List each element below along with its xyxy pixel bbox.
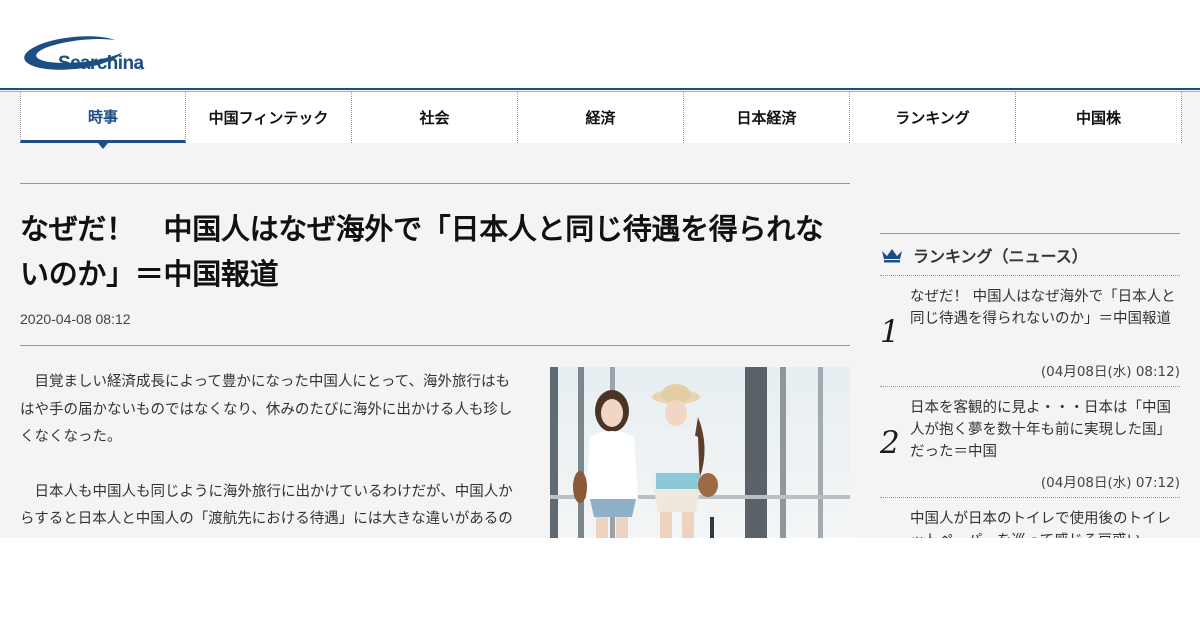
crown-icon <box>882 248 902 262</box>
ranking-date: (04月08日(水) 08:12) <box>1040 364 1180 380</box>
page-viewport: Searchina ® 時事 中国フィンテック 社会 経済 日本経済 ランキング… <box>0 0 1200 538</box>
sidebar-title: ランキング（ニュース） <box>913 246 1088 266</box>
rank-number: 2 <box>880 425 900 461</box>
nav-item-label: 経済 <box>585 109 616 127</box>
nav-item-jiji[interactable]: 時事 <box>20 92 186 149</box>
nav-item-china-stocks[interactable]: 中国株 <box>1016 92 1182 143</box>
ranking-date: (04月08日(水) 07:12) <box>1040 475 1180 491</box>
site-header: Searchina ® <box>0 0 1200 92</box>
article-title: なぜだ！ 中国人はなぜ海外で「日本人と同じ待遇を得られないのか」＝中国報道 <box>20 212 824 291</box>
article-top-rule <box>20 183 850 184</box>
nav-item-ranking[interactable]: ランキング <box>850 92 1016 143</box>
nav-item-economy[interactable]: 経済 <box>518 92 684 143</box>
logo-registered-mark: ® <box>138 64 144 72</box>
logo-text: Searchina <box>58 53 144 74</box>
ranking-sidebar: ランキング（ニュース） 1 なぜだ！ 中国人はなぜ海外で「日本人と同じ待遇を得ら… <box>880 233 1180 538</box>
ranking-headline-link[interactable]: 中国人が日本のトイレで使用後のトイレットペーパーを巡って感じる戸惑い <box>910 508 1182 538</box>
ranking-item[interactable]: 3 中国人が日本のトイレで使用後のトイレットペーパーを巡って感じる戸惑い <box>880 498 1180 538</box>
nav-item-label: 社会 <box>419 109 450 127</box>
ranking-headline-link[interactable]: 日本を客観的に見よ・・・日本は「中国人が抱く夢を数十年も前に実現した国」だった＝… <box>910 397 1182 463</box>
active-caret-icon <box>98 143 108 149</box>
category-nav: 時事 中国フィンテック 社会 経済 日本経済 ランキング 中国株 <box>20 92 1182 149</box>
ranking-item[interactable]: 1 なぜだ！ 中国人はなぜ海外で「日本人と同じ待遇を得られないのか」＝中国報道 … <box>880 276 1180 387</box>
article-paragraph: 目覚ましい経済成長によって豊かになった中国人にとって、海外旅行はもはや手の届かな… <box>20 374 513 445</box>
searchina-logo[interactable]: Searchina ® <box>22 32 146 76</box>
nav-item-china-fintech[interactable]: 中国フィンテック <box>186 92 352 143</box>
ranking-headline-link[interactable]: なぜだ！ 中国人はなぜ海外で「日本人と同じ待遇を得られないのか」＝中国報道 <box>910 286 1182 330</box>
nav-item-label: ランキング <box>895 109 970 127</box>
nav-item-label: 時事 <box>87 107 118 126</box>
ranking-item[interactable]: 2 日本を客観的に見よ・・・日本は「中国人が抱く夢を数十年も前に実現した国」だっ… <box>880 387 1180 498</box>
article-photo <box>550 367 850 538</box>
rank-number: 3 <box>880 536 900 538</box>
rank-number: 1 <box>880 314 900 350</box>
article-header: なぜだ！ 中国人はなぜ海外で「日本人と同じ待遇を得られないのか」＝中国報道 20… <box>20 183 850 346</box>
nav-item-label: 日本経済 <box>736 109 797 127</box>
article-bottom-rule <box>20 345 850 346</box>
nav-item-label: 中国フィンテック <box>208 109 329 127</box>
article-paragraph: 日本人も中国人も同じように海外旅行に出かけているわけだが、中国人からすると日本人… <box>20 483 513 528</box>
nav-item-japan-economy[interactable]: 日本経済 <box>684 92 850 143</box>
article-date: 2020-04-08 08:12 <box>20 311 131 327</box>
article-body: 目覚ましい経済成長によって豊かになった中国人にとって、海外旅行はもはや手の届かな… <box>20 369 518 538</box>
sidebar-header: ランキング（ニュース） <box>880 234 1180 276</box>
nav-item-label: 中国株 <box>1075 109 1121 127</box>
nav-item-society[interactable]: 社会 <box>352 92 518 143</box>
